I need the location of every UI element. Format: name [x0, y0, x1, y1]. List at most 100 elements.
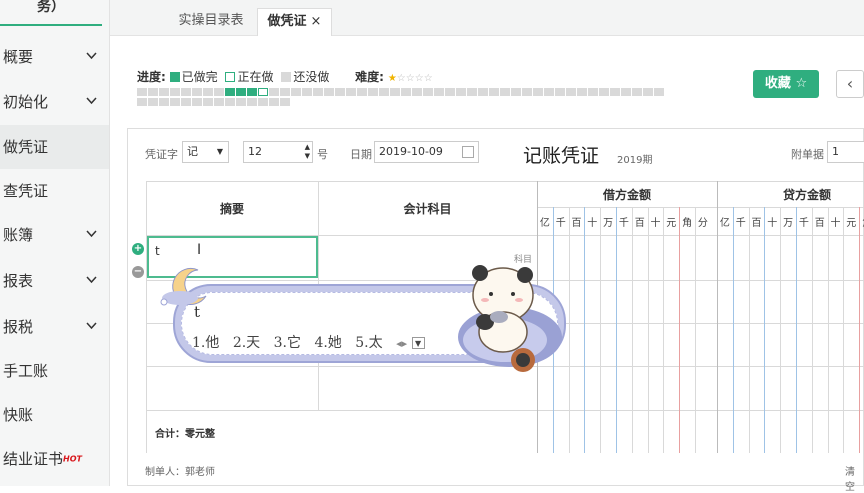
- progress-cell[interactable]: [137, 88, 147, 96]
- progress-cell[interactable]: [533, 88, 543, 96]
- tab-make-voucher[interactable]: 做凭证 ×: [257, 8, 332, 36]
- progress-cell[interactable]: [467, 88, 477, 96]
- progress-cell[interactable]: [401, 88, 411, 96]
- progress-cell[interactable]: [357, 88, 367, 96]
- ime-expand-icon[interactable]: ▼: [411, 337, 425, 349]
- progress-cell[interactable]: [313, 88, 323, 96]
- clear-button[interactable]: 清空: [845, 463, 863, 493]
- progress-cell[interactable]: [291, 88, 301, 96]
- calendar-icon[interactable]: [462, 146, 474, 158]
- progress-cell[interactable]: [236, 88, 246, 96]
- progress-cell[interactable]: [159, 98, 169, 106]
- progress-cell[interactable]: [247, 88, 257, 96]
- sidebar-item[interactable]: 报税: [0, 305, 109, 349]
- voucher-number-stepper[interactable]: 12 ▲ ▼: [243, 141, 313, 163]
- progress-cell[interactable]: [324, 88, 334, 96]
- sidebar-item[interactable]: 手工账: [0, 349, 109, 393]
- progress-cell[interactable]: [434, 88, 444, 96]
- ime-candidate[interactable]: 5.太: [355, 335, 382, 351]
- progress-cell[interactable]: [203, 88, 213, 96]
- progress-cell[interactable]: [346, 88, 356, 96]
- progress-cell[interactable]: [225, 88, 235, 96]
- progress-cell[interactable]: [599, 88, 609, 96]
- progress-cell[interactable]: [247, 98, 257, 106]
- progress-cell[interactable]: [148, 88, 158, 96]
- progress-cell[interactable]: [203, 98, 213, 106]
- digit-header: 元: [666, 218, 677, 229]
- progress-cell[interactable]: [148, 98, 158, 106]
- progress-cell[interactable]: [423, 88, 433, 96]
- progress-cell[interactable]: [610, 88, 620, 96]
- sidebar-item[interactable]: 结业证书HOT: [0, 437, 109, 481]
- progress-cell[interactable]: [456, 88, 466, 96]
- total-label: 合计：零元整: [155, 429, 215, 440]
- progress-cell[interactable]: [478, 88, 488, 96]
- remove-row-icon[interactable]: −: [132, 266, 144, 278]
- sidebar-item[interactable]: 账簿: [0, 213, 109, 257]
- progress-cell[interactable]: [643, 88, 653, 96]
- ime-candidate[interactable]: 4.她: [314, 335, 341, 351]
- progress-cell[interactable]: [500, 88, 510, 96]
- progress-cell[interactable]: [588, 88, 598, 96]
- sidebar-item[interactable]: 查凭证: [0, 169, 109, 213]
- attach-field[interactable]: 1: [827, 141, 864, 163]
- progress-cell[interactable]: [214, 98, 224, 106]
- progress-cell[interactable]: [302, 88, 312, 96]
- sidebar-item[interactable]: 做凭证: [0, 125, 109, 169]
- progress-cell[interactable]: [181, 98, 191, 106]
- progress-cell[interactable]: [445, 88, 455, 96]
- progress-cell[interactable]: [390, 88, 400, 96]
- progress-cell[interactable]: [511, 88, 521, 96]
- hot-badge: HOT: [63, 454, 82, 464]
- ime-candidate[interactable]: 1.他: [192, 335, 219, 351]
- digit-column-line: [843, 207, 845, 453]
- sidebar-item[interactable]: 快账: [0, 393, 109, 437]
- progress-cell[interactable]: [181, 88, 191, 96]
- tab-catalog[interactable]: 实操目录表: [165, 8, 257, 36]
- progress-cell[interactable]: [577, 88, 587, 96]
- progress-cell[interactable]: [280, 98, 290, 106]
- progress-cell[interactable]: [159, 88, 169, 96]
- progress-cell[interactable]: [269, 88, 279, 96]
- progress-cell[interactable]: [489, 88, 499, 96]
- ime-candidate[interactable]: 2.天: [233, 335, 260, 351]
- date-field[interactable]: 2019-10-09: [374, 141, 479, 163]
- add-row-icon[interactable]: +: [132, 243, 144, 255]
- voucher-word-select[interactable]: 记 ▼: [182, 141, 229, 163]
- digit-column-line: [647, 207, 649, 453]
- progress-cell[interactable]: [566, 88, 576, 96]
- ime-page-arrows-icon[interactable]: ◂▸: [396, 337, 407, 350]
- progress-cell[interactable]: [170, 88, 180, 96]
- tab-make-voucher-label: 做凭证: [267, 14, 307, 29]
- prev-button[interactable]: ‹: [836, 70, 864, 98]
- ime-candidate[interactable]: 3.它: [274, 335, 301, 351]
- progress-cell[interactable]: [258, 98, 268, 106]
- progress-cell[interactable]: [170, 98, 180, 106]
- progress-cell[interactable]: [522, 88, 532, 96]
- progress-cell[interactable]: [137, 98, 147, 106]
- progress-cell[interactable]: [621, 88, 631, 96]
- progress-cell[interactable]: [236, 98, 246, 106]
- progress-cell[interactable]: [544, 88, 554, 96]
- sidebar-item[interactable]: 初始化: [0, 80, 109, 124]
- progress-cell[interactable]: [368, 88, 378, 96]
- close-icon[interactable]: ×: [311, 14, 322, 29]
- progress-cell[interactable]: [379, 88, 389, 96]
- progress-cell[interactable]: [632, 88, 642, 96]
- progress-cell[interactable]: [654, 88, 664, 96]
- progress-cell[interactable]: [335, 88, 345, 96]
- progress-cell[interactable]: [225, 98, 235, 106]
- progress-cell[interactable]: [555, 88, 565, 96]
- progress-cell[interactable]: [192, 88, 202, 96]
- sidebar-item[interactable]: 报表: [0, 259, 109, 303]
- sidebar-item[interactable]: 概要: [0, 35, 109, 79]
- progress-cell[interactable]: [269, 98, 279, 106]
- progress-cell[interactable]: [258, 88, 268, 96]
- progress-cell[interactable]: [412, 88, 422, 96]
- progress-cell[interactable]: [192, 98, 202, 106]
- progress-cell[interactable]: [280, 88, 290, 96]
- favorite-button[interactable]: 收藏 ☆: [753, 70, 819, 98]
- panda-sticker-icon[interactable]: [455, 262, 570, 376]
- maker-label: 制单人：郭老师: [145, 467, 215, 478]
- progress-cell[interactable]: [214, 88, 224, 96]
